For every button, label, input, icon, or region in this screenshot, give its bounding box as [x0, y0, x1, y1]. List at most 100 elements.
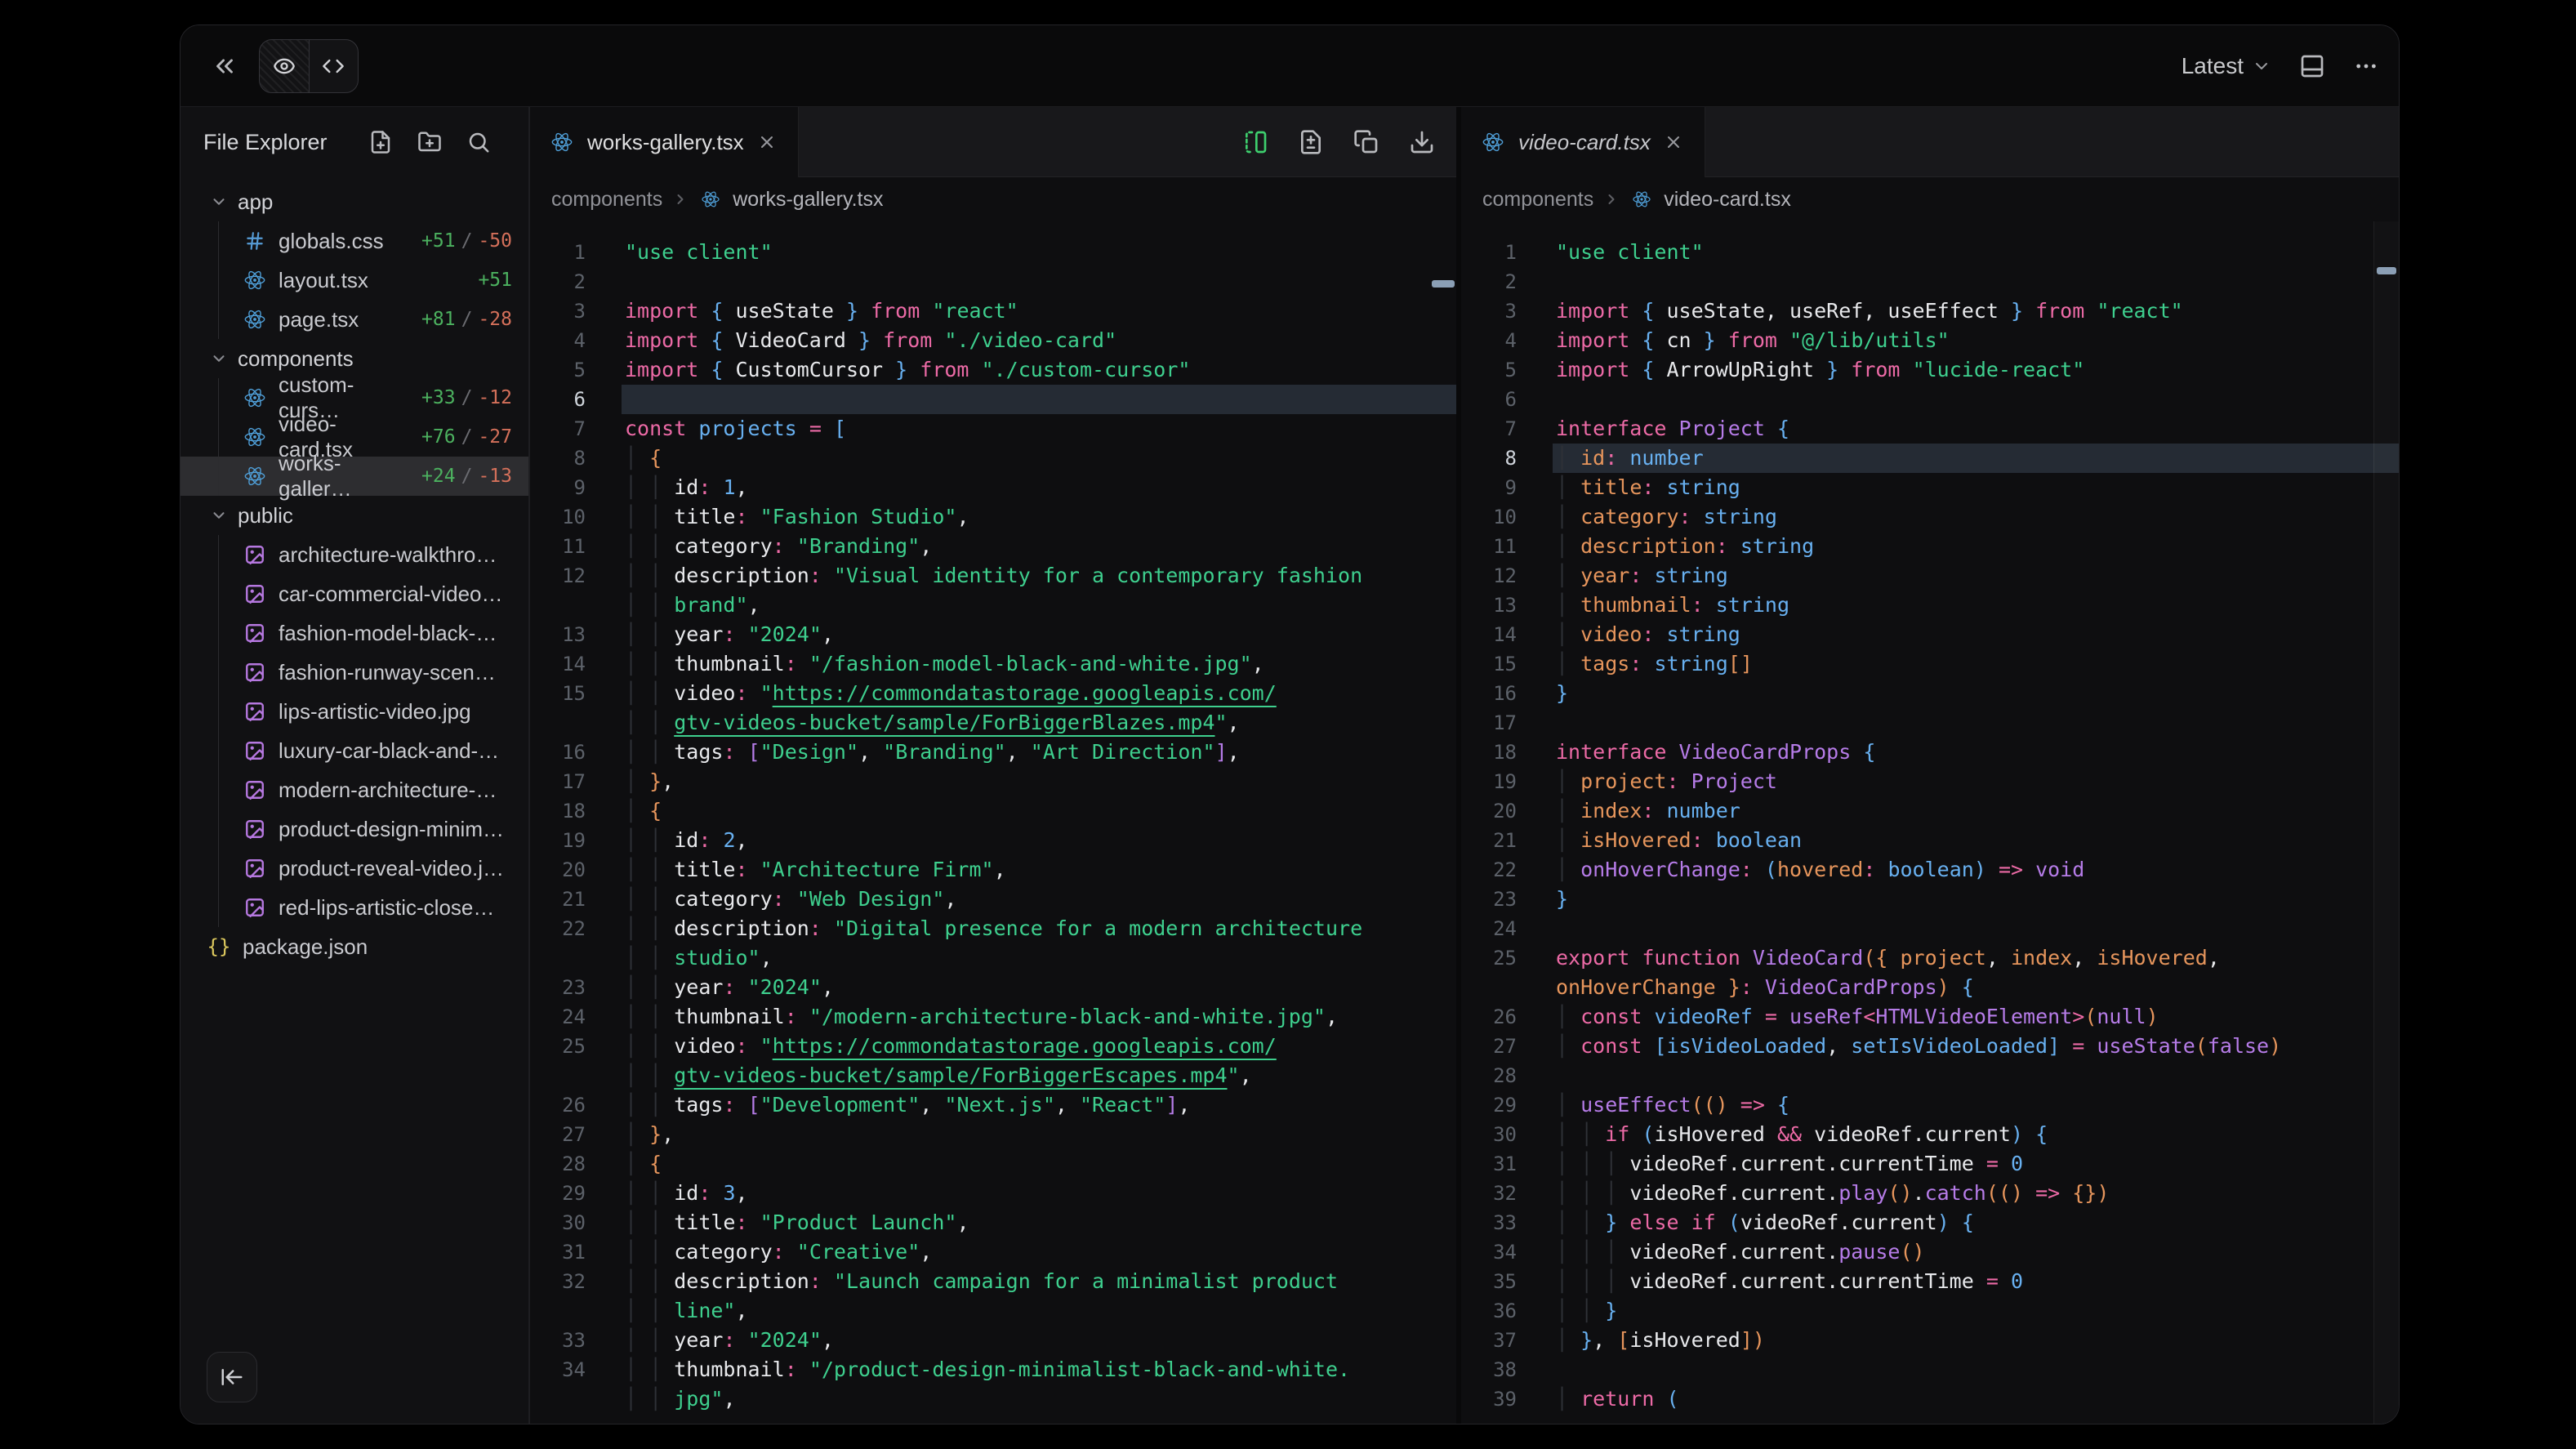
code-line: 9│ │ id: 1, [530, 473, 1456, 502]
tree-file[interactable]: modern-architecture-… [180, 770, 528, 809]
scrollbar-track[interactable] [2373, 221, 2399, 1424]
topbar-right-cluster: Latest [2182, 53, 2379, 79]
editor-pane-left: works-gallery.tsx components works-galle… [530, 107, 1456, 1424]
new-folder-button[interactable] [417, 130, 442, 154]
line-number: 27 [1461, 1032, 1517, 1061]
tree-folder-app[interactable]: app [180, 182, 528, 221]
code-text [622, 267, 1456, 296]
line-number: 18 [1461, 738, 1517, 767]
image-icon [243, 701, 267, 722]
code-text: │ category: string [1553, 502, 2399, 532]
line-number [1461, 973, 1517, 1002]
code-text: │ const videoRef = useRef<HTMLVideoEleme… [1553, 1002, 2399, 1032]
more-options-button[interactable] [2353, 53, 2379, 79]
line-number: 17 [1461, 708, 1517, 738]
left-breadcrumb: components works-gallery.tsx [530, 177, 1456, 221]
code-line: 21│ │ category: "Web Design", [530, 885, 1456, 914]
file-explorer-header: File Explorer [180, 107, 528, 177]
file-label: package.json [243, 934, 368, 960]
tree-file[interactable]: luxury-car-black-and-… [180, 731, 528, 770]
close-tab-icon[interactable] [1664, 132, 1683, 152]
line-number: 11 [530, 532, 586, 561]
code-editor-right[interactable]: 1"use client"23import { useState, useRef… [1461, 221, 2399, 1424]
code-text: │ { [622, 796, 1456, 826]
line-number [530, 1296, 586, 1326]
tree-folder-public[interactable]: public [180, 496, 528, 535]
tree-file[interactable]: architecture-walkthro… [180, 535, 528, 574]
code-editor-left[interactable]: 1"use client"23import { useState } from … [530, 221, 1456, 1424]
breadcrumb-folder[interactable]: components [551, 188, 662, 212]
line-number: 6 [1461, 385, 1517, 414]
tab-works-gallery[interactable]: works-gallery.tsx [530, 107, 799, 177]
react-icon [1629, 189, 1654, 209]
tree-file[interactable]: lips-artistic-video.jpg [180, 692, 528, 731]
line-number: 22 [1461, 855, 1517, 885]
tree-file[interactable]: fashion-model-black-… [180, 613, 528, 653]
file-label: car-commercial-video… [279, 582, 503, 607]
tree-file[interactable]: fashion-runway-scen… [180, 653, 528, 692]
code-toggle-button[interactable] [310, 40, 359, 92]
copy-button[interactable] [1353, 129, 1379, 155]
diff-badge: +51/-50 [421, 230, 528, 252]
code-text: │ │ title: "Architecture Firm", [622, 855, 1456, 885]
code-text: │ │ thumbnail: "/product-design-minimali… [622, 1355, 1456, 1384]
scrollbar-thumb[interactable] [1432, 280, 1455, 288]
review-changes-button[interactable] [1242, 129, 1268, 155]
preview-toggle-button[interactable] [260, 40, 310, 92]
code-text: │ │ category: "Creative", [622, 1237, 1456, 1267]
code-text: │ │ } [1553, 1296, 2399, 1326]
tree-file[interactable]: page.tsx+81/-28 [180, 300, 528, 339]
code-line: 36│ │ } [1461, 1296, 2399, 1326]
ellipsis-icon [2353, 53, 2379, 79]
left-tab-actions [799, 107, 1456, 177]
collapse-panel-button[interactable] [205, 47, 244, 86]
line-number [530, 1384, 586, 1414]
tree-file[interactable]: {} package.json [180, 927, 528, 966]
code-line: 15│ │ video: "https://commondatastorage.… [530, 679, 1456, 708]
panel-bottom-button[interactable] [2299, 53, 2325, 79]
tree-file[interactable]: works-galler…+24/-13 [180, 457, 528, 496]
line-number: 12 [1461, 561, 1517, 591]
code-text [1553, 267, 2399, 296]
line-number: 22 [530, 914, 586, 943]
code-text: │ │ category: "Branding", [622, 532, 1456, 561]
image-icon [243, 583, 267, 604]
line-number: 4 [1461, 326, 1517, 355]
line-number: 18 [530, 796, 586, 826]
tree-file[interactable]: car-commercial-video… [180, 574, 528, 613]
code-line: │ │ gtv-videos-bucket/sample/ForBiggerBl… [530, 708, 1456, 738]
code-text: │ │ video: "https://commondatastorage.go… [622, 1032, 1456, 1061]
tree-file[interactable]: product-design-minim… [180, 809, 528, 849]
close-tab-icon[interactable] [757, 132, 777, 152]
code-line: │ │ gtv-videos-bucket/sample/ForBiggerEs… [530, 1061, 1456, 1090]
tab-label: video-card.tsx [1518, 130, 1651, 155]
file-diff-button[interactable] [1298, 129, 1324, 155]
code-text: │ │ │ videoRef.current.currentTime = 0 [1553, 1267, 2399, 1296]
code-line: 24│ │ thumbnail: "/modern-architecture-b… [530, 1002, 1456, 1032]
code-line: 19│ project: Project [1461, 767, 2399, 796]
line-number [530, 943, 586, 973]
code-line: 2 [530, 267, 1456, 296]
scrollbar-thumb[interactable] [2377, 267, 2396, 274]
code-text: │ { [622, 444, 1456, 473]
breadcrumb-folder[interactable]: components [1482, 188, 1593, 212]
react-icon [243, 308, 267, 331]
tree-file[interactable]: globals.css+51/-50 [180, 221, 528, 261]
image-icon [243, 622, 267, 644]
tree-file[interactable]: red-lips-artistic-close… [180, 888, 528, 927]
collapse-sidebar-button[interactable] [207, 1352, 257, 1402]
tree-file[interactable]: layout.tsx+51 [180, 261, 528, 300]
code-text: │ │ id: 3, [622, 1179, 1456, 1208]
search-files-button[interactable] [466, 130, 491, 154]
tree-file[interactable]: product-reveal-video.j… [180, 849, 528, 888]
tab-video-card[interactable]: video-card.tsx [1461, 107, 1705, 177]
code-line: 37│ }, [isHovered]) [1461, 1326, 2399, 1355]
braces-icon: {} [207, 935, 231, 958]
download-button[interactable] [1409, 129, 1435, 155]
code-line: 18 │ { [530, 796, 1456, 826]
version-dropdown[interactable]: Latest [2182, 53, 2271, 79]
right-tab-strip [1705, 107, 2399, 177]
code-line: 11│ description: string [1461, 532, 2399, 561]
new-file-button[interactable] [368, 130, 393, 154]
code-line: 13│ │ year: "2024", [530, 620, 1456, 649]
